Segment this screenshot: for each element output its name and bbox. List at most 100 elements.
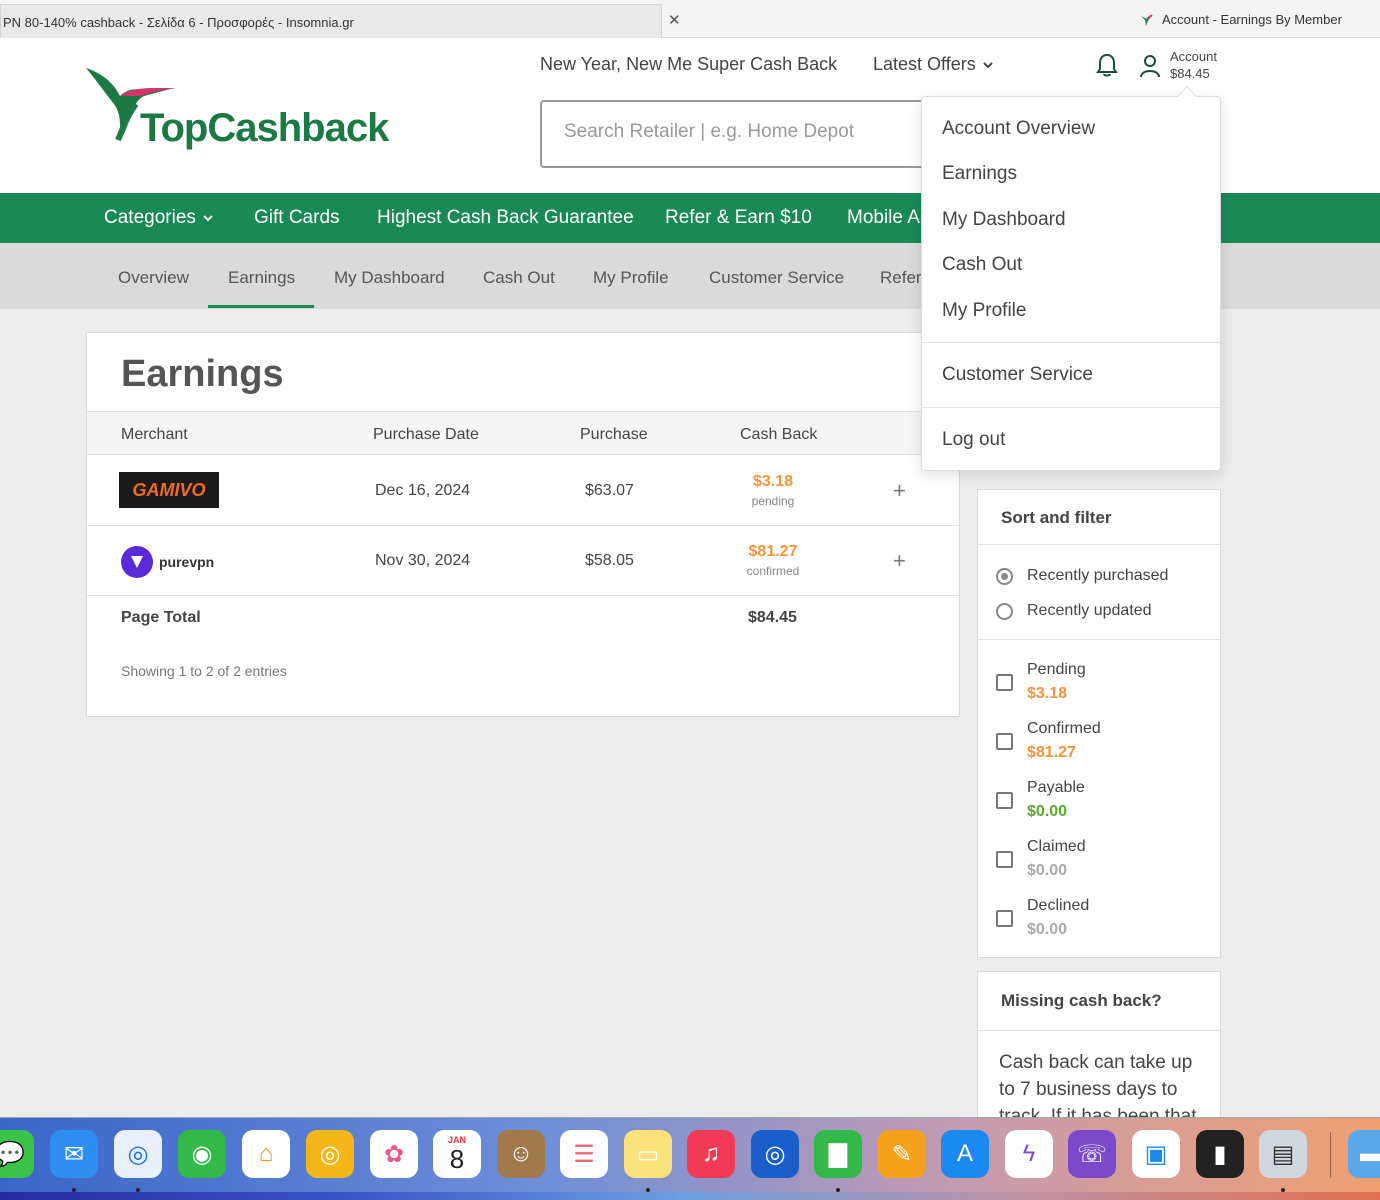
menu-item-logout[interactable]: Log out [942, 429, 1005, 451]
usb-utility-icon[interactable]: ▮ [1196, 1130, 1244, 1178]
page-title: Earnings [121, 353, 284, 395]
checkbox[interactable] [996, 850, 1013, 868]
radio-unselected-icon [996, 602, 1013, 620]
subnav-overview[interactable]: Overview [118, 268, 189, 288]
topcashback-logo[interactable]: TopCashback [84, 66, 389, 156]
purchase-amount: $58.05 [585, 552, 634, 569]
cash-back-amount: $81.27 [748, 543, 798, 560]
column-purchase[interactable]: Purchase [580, 426, 648, 444]
sort-recently-purchased[interactable]: Recently purchased [996, 567, 1168, 585]
table-row[interactable]: GAMIVO Dec 16, 2024 $63.07 $3.18 pending… [87, 456, 959, 526]
home-icon[interactable]: ⌂ [242, 1130, 290, 1178]
music-icon[interactable]: ♫ [687, 1130, 735, 1178]
numbers-icon[interactable]: ▇ [814, 1130, 862, 1178]
nav-gift-cards[interactable]: Gift Cards [254, 207, 340, 229]
filter-payable[interactable]: Payable $0.00 [996, 776, 1085, 824]
missing-cashback-title: Missing cash back? [978, 972, 1220, 1031]
subnav-customer-service[interactable]: Customer Service [709, 268, 844, 288]
account-text: Account [1170, 49, 1217, 64]
app-store-icon[interactable]: A [941, 1130, 989, 1178]
column-purchase-date[interactable]: Purchase Date [373, 426, 479, 444]
calendar-day: 8 [449, 1144, 465, 1174]
browser-tab-active[interactable]: PN 80-140% cashback - Σελίδα 6 - Προσφορ… [0, 4, 662, 38]
cash-back-cell: $81.27 confirmed [733, 543, 813, 578]
pages-icon[interactable]: ✎ [878, 1130, 926, 1178]
subnav-dashboard[interactable]: My Dashboard [334, 268, 445, 288]
account-dropdown-menu: Account Overview Earnings My Dashboard C… [921, 86, 1221, 471]
menu-item-account-overview[interactable]: Account Overview [942, 118, 1095, 140]
menu-item-customer-service[interactable]: Customer Service [942, 364, 1093, 386]
filter-label: Confirmed [1027, 720, 1101, 737]
menu-item-profile[interactable]: My Profile [942, 300, 1026, 322]
photos-icon[interactable]: ✿ [370, 1130, 418, 1178]
topcashback-favicon-icon [1141, 13, 1153, 26]
checkbox[interactable] [996, 673, 1013, 691]
filter-value: $81.27 [1027, 744, 1076, 761]
expand-row-icon[interactable]: + [893, 548, 906, 574]
page-total-value: $84.45 [748, 609, 797, 626]
cash-back-amount: $3.18 [752, 473, 794, 490]
table-row[interactable]: purevpn Nov 30, 2024 $58.05 $81.27 confi… [87, 526, 959, 596]
tab-close-icon[interactable]: ✕ [668, 11, 681, 29]
macos-dock: 💬 ✉ ◎ ◉ ⌂ ◎ ✿ JAN 8 ☺ ☰ ▭ ♫ ◎ ▇ ✎ A ϟ ☏ … [0, 1117, 1380, 1200]
checkbox[interactable] [996, 909, 1013, 927]
checkbox[interactable] [996, 732, 1013, 750]
account-balance: $84.45 [1170, 66, 1210, 81]
column-merchant[interactable]: Merchant [121, 426, 188, 444]
checkbox[interactable] [996, 791, 1013, 809]
wallet-icon[interactable]: ▣ [1132, 1130, 1180, 1178]
latest-offers-menu[interactable]: Latest Offers [873, 54, 994, 75]
nav-categories-label: Categories [104, 207, 196, 228]
nav-categories[interactable]: Categories [104, 207, 214, 229]
column-cash-back[interactable]: Cash Back [740, 426, 817, 444]
contacts-icon[interactable]: ☺ [497, 1130, 545, 1178]
reminders-icon[interactable]: ☰ [560, 1130, 608, 1178]
safari-icon[interactable]: ◎ [114, 1130, 162, 1178]
camera-icon[interactable]: ◎ [306, 1130, 354, 1178]
filter-value: $0.00 [1027, 803, 1068, 820]
filter-claimed[interactable]: Claimed $0.00 [996, 835, 1086, 883]
nav-refer-earn[interactable]: Refer & Earn $10 [665, 207, 812, 229]
preview-icon[interactable]: ▤ [1259, 1130, 1307, 1178]
nav-cashback-guarantee[interactable]: Highest Cash Back Guarantee [377, 207, 634, 229]
purevpn-shield-icon [121, 546, 153, 578]
subnav-cash-out[interactable]: Cash Out [483, 268, 555, 288]
subnav-profile[interactable]: My Profile [593, 268, 669, 288]
filter-pending[interactable]: Pending $3.18 [996, 658, 1086, 706]
filter-declined[interactable]: Declined $0.00 [996, 894, 1089, 942]
subnav-refer[interactable]: Refer [880, 268, 922, 288]
mail-icon[interactable]: ✉ [50, 1130, 98, 1178]
podcasts-icon[interactable]: ◎ [751, 1130, 799, 1178]
active-tab-indicator [208, 305, 314, 308]
earnings-table-header: Merchant Purchase Date Purchase Cash Bac… [87, 411, 959, 455]
expand-row-icon[interactable]: + [893, 478, 906, 504]
messenger-icon[interactable]: ϟ [1005, 1130, 1053, 1178]
sort-recently-updated[interactable]: Recently updated [996, 602, 1152, 620]
notifications-bell-icon[interactable] [1096, 52, 1118, 83]
sort-filter-panel: Sort and filter Recently purchased Recen… [977, 489, 1221, 958]
search-input[interactable] [564, 102, 944, 162]
nav-mobile-app[interactable]: Mobile A [847, 207, 920, 229]
folder-icon[interactable]: ▬ [1348, 1130, 1380, 1178]
cash-back-status: pending [751, 494, 795, 508]
menu-item-earnings[interactable]: Earnings [942, 163, 1017, 185]
desktop-wallpaper-strip [0, 1192, 1380, 1200]
menu-item-dashboard[interactable]: My Dashboard [942, 209, 1066, 231]
promo-link[interactable]: New Year, New Me Super Cash Back [540, 54, 837, 75]
sort-recently-purchased-label: Recently purchased [1027, 567, 1169, 584]
account-menu-button[interactable]: Account $84.45 [1138, 48, 1217, 82]
calendar-icon[interactable]: JAN 8 [433, 1130, 481, 1178]
filter-confirmed[interactable]: Confirmed $81.27 [996, 717, 1101, 765]
menu-item-cash-out[interactable]: Cash Out [942, 254, 1022, 276]
subnav-earnings[interactable]: Earnings [228, 268, 295, 288]
notes-icon[interactable]: ▭ [624, 1130, 672, 1178]
browser-tab-title: Account - Earnings By Member [1162, 12, 1342, 27]
page-total-label: Page Total [121, 609, 201, 626]
filter-label: Pending [1027, 661, 1086, 678]
messages-icon[interactable]: 💬 [0, 1130, 34, 1178]
viber-icon[interactable]: ☏ [1068, 1130, 1116, 1178]
purchase-date: Nov 30, 2024 [375, 552, 471, 569]
search-box [540, 100, 960, 168]
browser-tab-account[interactable]: Account - Earnings By Member [1140, 12, 1342, 27]
find-my-icon[interactable]: ◉ [178, 1130, 226, 1178]
